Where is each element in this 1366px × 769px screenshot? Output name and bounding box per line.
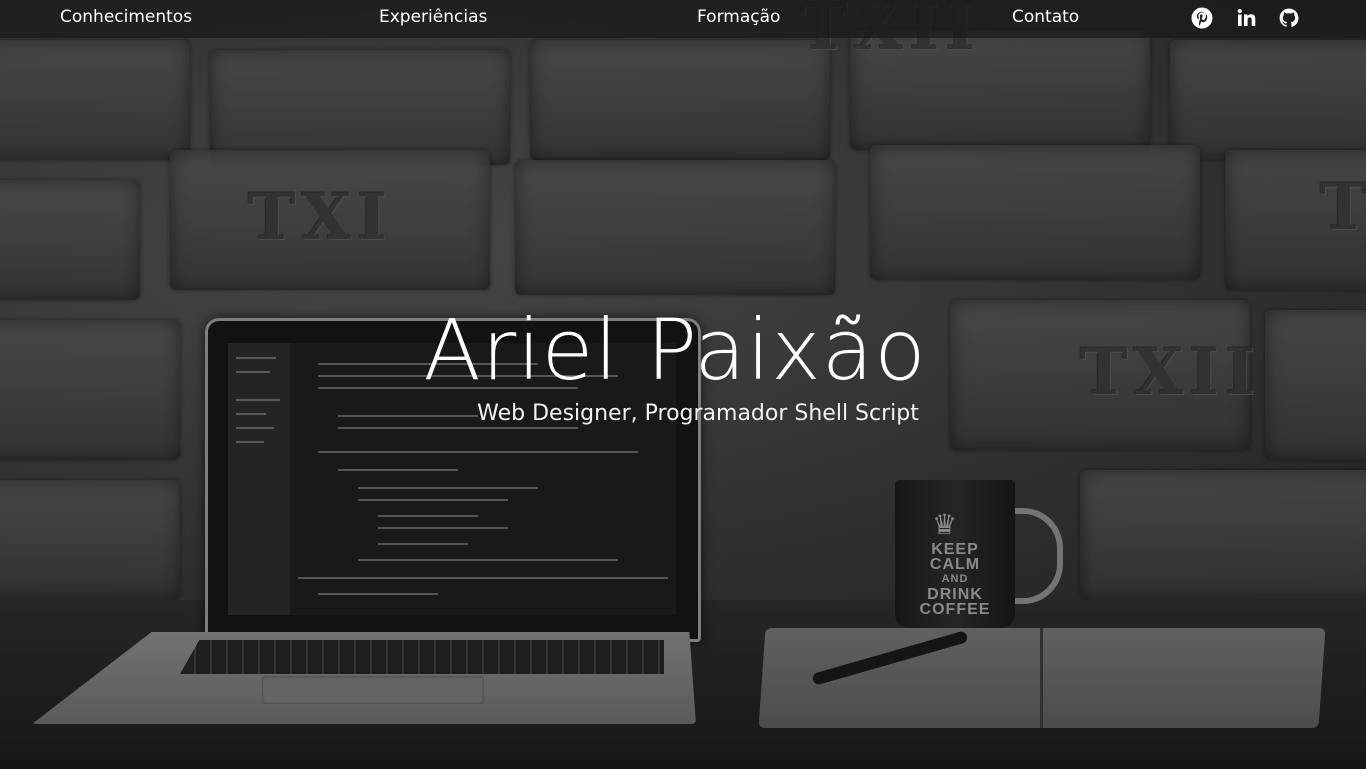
nav-link-experiencias[interactable]: Experiências — [379, 0, 487, 38]
top-navbar: Conhecimentos Experiências Formação Cont… — [0, 0, 1366, 38]
nav-link-contato[interactable]: Contato — [1012, 0, 1079, 38]
hero: Ariel Paixão Web Designer, Programador S… — [0, 300, 1366, 428]
hero-title: Ariel Paixão — [423, 301, 927, 399]
nav-link-conhecimentos[interactable]: Conhecimentos — [60, 0, 192, 38]
linkedin-icon[interactable] — [1236, 7, 1258, 29]
pinterest-icon[interactable] — [1191, 7, 1213, 29]
hero-subtitle: Web Designer, Programador Shell Script — [477, 401, 919, 426]
page: TXII TXI TXII T — [0, 0, 1366, 769]
nav-link-formacao[interactable]: Formação — [697, 0, 780, 38]
github-icon[interactable] — [1278, 7, 1300, 29]
